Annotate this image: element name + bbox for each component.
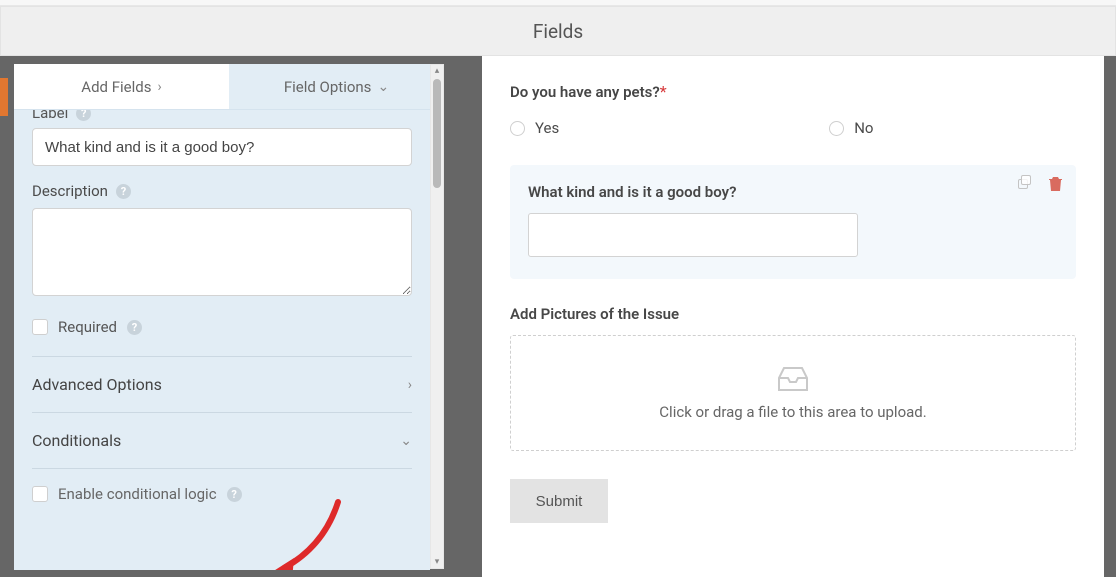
scroll-down-arrow-icon[interactable]: ▾ [431, 556, 443, 568]
main-layout: Add Fields › Field Options ⌄ ▴ ▾ Label ?… [0, 56, 1116, 577]
required-label: Required [58, 318, 117, 336]
help-icon[interactable]: ? [127, 320, 142, 335]
page-header: Fields [0, 6, 1116, 56]
page-title: Fields [533, 20, 583, 43]
tab-add-fields-label: Add Fields [81, 78, 151, 96]
accordion-conditionals-label: Conditionals [32, 431, 121, 450]
description-row: Description ? [32, 182, 412, 200]
label-field-caption: Label [32, 110, 68, 122]
label-input[interactable] [32, 128, 412, 166]
file-upload-dropzone[interactable]: Click or drag a file to this area to upl… [510, 335, 1076, 451]
tab-field-options[interactable]: Field Options ⌄ [229, 64, 444, 109]
sidebar-column: Add Fields › Field Options ⌄ ▴ ▾ Label ?… [0, 56, 444, 577]
radio-icon [510, 121, 525, 136]
enable-conditional-label: Enable conditional logic [58, 485, 217, 503]
radio-group-pets: Yes No [510, 119, 1076, 137]
inbox-icon [776, 365, 810, 393]
scrollbar[interactable]: ▴ ▾ [430, 64, 444, 569]
tab-field-options-label: Field Options [284, 78, 372, 96]
accordion-conditionals[interactable]: Conditionals ⌄ [32, 413, 412, 469]
help-icon[interactable]: ? [76, 110, 91, 121]
question-pets: Do you have any pets?* [510, 82, 1076, 101]
trash-icon[interactable] [1046, 175, 1064, 193]
help-icon[interactable]: ? [116, 184, 131, 199]
radio-option-yes[interactable]: Yes [510, 119, 559, 137]
form-preview-canvas: Do you have any pets?* Yes No [482, 56, 1104, 577]
accordion-advanced-label: Advanced Options [32, 375, 162, 394]
active-menu-indicator [0, 78, 8, 116]
radio-yes-label: Yes [535, 119, 559, 137]
upload-hint-text: Click or drag a file to this area to upl… [659, 403, 926, 421]
preview-column: Do you have any pets?* Yes No [444, 56, 1116, 577]
chevron-right-icon: › [408, 377, 412, 393]
chevron-right-icon: › [157, 79, 161, 95]
required-checkbox[interactable] [32, 319, 48, 335]
selected-field-label: What kind and is it a good boy? [528, 183, 1058, 201]
selected-field-input[interactable] [528, 213, 858, 257]
chevron-down-icon: ⌄ [400, 433, 412, 449]
question-label: Do you have any pets? [510, 83, 660, 101]
field-action-icons [1018, 175, 1064, 193]
description-caption: Description [32, 182, 108, 200]
radio-no-label: No [854, 119, 873, 137]
enable-conditional-row: Enable conditional logic ? [32, 485, 412, 503]
scrollbar-thumb[interactable] [433, 79, 441, 188]
description-textarea[interactable] [32, 208, 412, 296]
chevron-down-icon: ⌄ [377, 79, 389, 95]
submit-button[interactable]: Submit [510, 479, 608, 523]
tab-add-fields[interactable]: Add Fields › [14, 64, 229, 109]
upload-field-label: Add Pictures of the Issue [510, 305, 1076, 323]
enable-conditional-checkbox[interactable] [32, 486, 48, 502]
radio-icon [829, 121, 844, 136]
sidebar-tabs: Add Fields › Field Options ⌄ [14, 64, 444, 110]
radio-option-no[interactable]: No [829, 119, 873, 137]
label-field-row: Label ? [32, 110, 412, 122]
duplicate-icon[interactable] [1018, 175, 1036, 193]
selected-field-card[interactable]: What kind and is it a good boy? [510, 165, 1076, 279]
scroll-up-arrow-icon[interactable]: ▴ [431, 65, 443, 77]
field-options-panel: Label ? Description ? Required ? Advance… [14, 110, 430, 570]
submit-button-label: Submit [536, 493, 583, 510]
help-icon[interactable]: ? [227, 487, 242, 502]
annotation-arrow-icon [268, 496, 346, 570]
required-star-icon: * [660, 82, 667, 101]
required-row: Required ? [32, 318, 412, 336]
accordion-advanced-options[interactable]: Advanced Options › [32, 357, 412, 413]
